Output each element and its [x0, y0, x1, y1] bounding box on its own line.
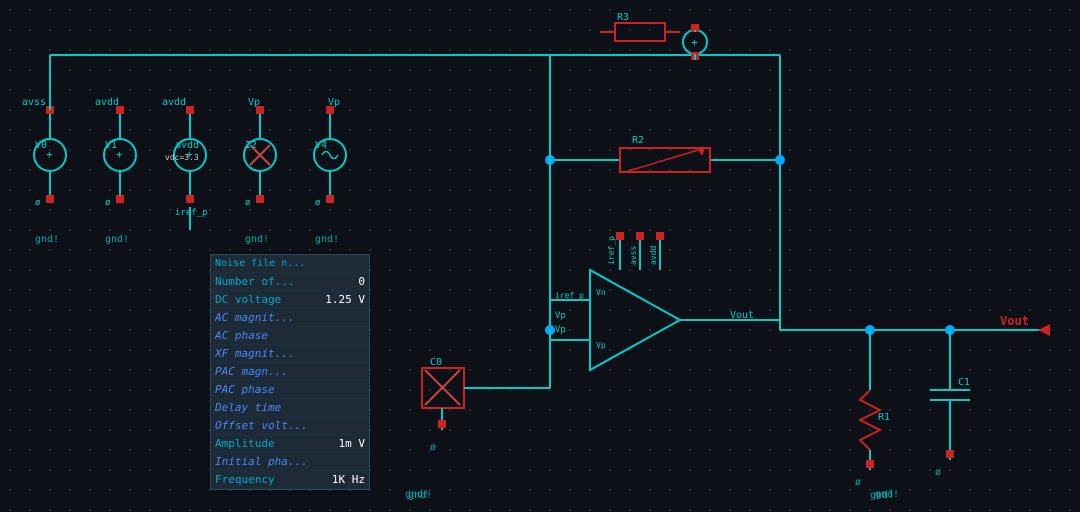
prop-label-pac-magnitude: PAC magn... — [215, 365, 288, 378]
svg-text:Vout: Vout — [1000, 314, 1029, 328]
svg-text:iref_p: iref_p — [175, 208, 208, 218]
prop-label-offset-voltage: Offset volt... — [215, 419, 308, 432]
prop-value-amplitude: 1m V — [339, 437, 366, 450]
prop-row-ac-magnitude[interactable]: AC magnit... — [211, 309, 369, 327]
svg-text:R1: R1 — [878, 412, 890, 423]
vout-label: Vout — [1000, 314, 1050, 336]
component-I2[interactable]: I2 gnd! ø — [244, 106, 276, 245]
prop-title-label: Noise file n... — [215, 258, 305, 269]
svg-text:avss: avss — [629, 246, 638, 265]
svg-text:ø: ø — [245, 198, 251, 208]
svg-text:+: + — [46, 148, 53, 161]
component-avdd-src[interactable]: + avdd avdd vdc=3.3 iref_p — [162, 97, 208, 230]
component-R2[interactable]: R2 — [545, 135, 785, 172]
svg-text:Vp: Vp — [248, 97, 260, 108]
svg-text:+: + — [116, 148, 123, 161]
prop-label-ac-phase: AC phase — [215, 329, 268, 342]
component-R1[interactable]: R1 ø gnd! — [855, 330, 899, 500]
prop-row-xf-magnitude[interactable]: XF magnit... — [211, 345, 369, 363]
prop-label-frequency: Frequency — [215, 473, 275, 486]
svg-text:ø: ø — [935, 467, 941, 478]
svg-text:ø: ø — [855, 477, 861, 488]
svg-text:gnd!: gnd! — [105, 234, 129, 245]
opamp[interactable]: Vn Vp Vout — [550, 270, 780, 370]
svg-text:ø: ø — [315, 198, 321, 208]
prop-row-frequency[interactable]: Frequency 1K Hz — [211, 471, 369, 489]
prop-row-delay-time[interactable]: Delay time — [211, 399, 369, 417]
svg-text:Vn: Vn — [596, 288, 606, 297]
prop-row-pac-phase[interactable]: PAC phase — [211, 381, 369, 399]
svg-text:V1: V1 — [105, 140, 117, 151]
svg-text:I2: I2 — [245, 140, 257, 151]
prop-value-number-of: 0 — [358, 275, 365, 288]
svg-text:C0: C0 — [430, 357, 442, 368]
opamp-power-pins: iref_p avss avdd — [607, 232, 664, 270]
svg-text:ø: ø — [35, 198, 41, 208]
svg-text:avdd: avdd — [162, 97, 186, 108]
svg-text:V4: V4 — [315, 140, 327, 151]
prop-label-dc-voltage: DC voltage — [215, 293, 281, 306]
svg-text:gnd!: gnd! — [35, 234, 59, 245]
prop-row-ac-phase[interactable]: AC phase — [211, 327, 369, 345]
prop-row-amplitude[interactable]: Amplitude 1m V — [211, 435, 369, 453]
component-C0[interactable]: C0 ø gnd! — [405, 330, 550, 500]
prop-value-dc-voltage: 1.25 V — [325, 293, 365, 306]
prop-row-pac-magnitude[interactable]: PAC magn... — [211, 363, 369, 381]
svg-text:Vp: Vp — [328, 97, 340, 108]
svg-text:V0: V0 — [35, 140, 47, 151]
svg-text:iref_p: iref_p — [555, 291, 584, 300]
prop-label-pac-phase: PAC phase — [215, 383, 275, 396]
svg-text:avdd: avdd — [95, 97, 119, 108]
svg-text:avss: avss — [22, 97, 46, 108]
svg-text:Vout: Vout — [730, 310, 754, 321]
prop-row-initial-phase[interactable]: Initial pha... — [211, 453, 369, 471]
svg-text:Vp: Vp — [555, 311, 566, 321]
svg-text:avdd: avdd — [649, 246, 658, 265]
svg-text:+: + — [691, 36, 698, 49]
svg-text:R2: R2 — [632, 135, 644, 146]
component-V1[interactable]: + avdd V1 gnd! ø — [95, 97, 136, 245]
component-C1[interactable]: C1 ø — [930, 330, 970, 478]
svg-text:ø: ø — [430, 442, 436, 453]
svg-text:Vp: Vp — [555, 325, 566, 335]
prop-label-delay-time: Delay time — [215, 401, 281, 414]
prop-label-number-of: Number of... — [215, 275, 294, 288]
svg-text:C1: C1 — [958, 377, 970, 388]
svg-text:gnd!: gnd! — [870, 490, 894, 501]
schematic-svg: + avss V0 gnd! ø + avdd V1 gnd! ø + avdd… — [0, 0, 1080, 512]
prop-label-ac-magnitude: AC magnit... — [215, 311, 294, 324]
prop-label-amplitude: Amplitude — [215, 437, 275, 450]
prop-row-offset-voltage[interactable]: Offset volt... — [211, 417, 369, 435]
svg-text:iref_p: iref_p — [607, 236, 616, 265]
svg-text:gnd!: gnd! — [408, 490, 432, 501]
svg-text:gnd!: gnd! — [315, 234, 339, 245]
properties-panel: Noise file n... Number of... 0 DC voltag… — [210, 254, 370, 490]
svg-text:ø: ø — [105, 198, 111, 208]
svg-text:Vp: Vp — [596, 341, 606, 350]
prop-label-xf-magnitude: XF magnit... — [215, 347, 294, 360]
svg-text:gnd!: gnd! — [245, 234, 269, 245]
prop-row-number-of[interactable]: Number of... 0 — [211, 273, 369, 291]
prop-row-dc-voltage[interactable]: DC voltage 1.25 V — [211, 291, 369, 309]
component-V0[interactable]: + avss V0 gnd! ø — [22, 97, 66, 245]
svg-text:R3: R3 — [617, 12, 629, 23]
svg-text:vdc=3.3: vdc=3.3 — [165, 153, 199, 162]
prop-header: Noise file n... — [211, 255, 369, 273]
svg-text:avdd: avdd — [175, 140, 199, 151]
prop-value-frequency: 1K Hz — [332, 473, 365, 486]
prop-label-initial-phase: Initial pha... — [215, 455, 308, 468]
